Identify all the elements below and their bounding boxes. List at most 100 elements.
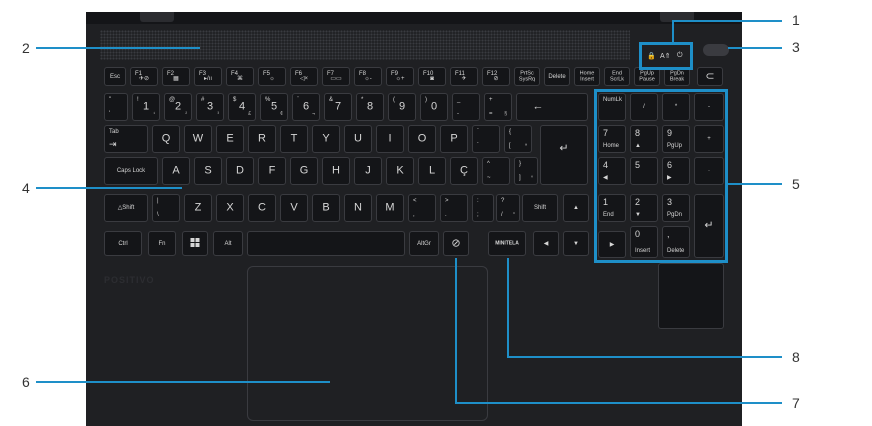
key-f11[interactable]: F11 ✈: [450, 67, 478, 86]
key-f7[interactable]: F7 ▭▭: [322, 67, 350, 86]
key-z[interactable]: Z: [184, 194, 212, 222]
key-6[interactable]: ¨ 6 ¬: [292, 93, 320, 121]
key-quote[interactable]: " ': [104, 93, 128, 121]
key-windows[interactable]: [182, 231, 208, 256]
key-u[interactable]: U: [344, 125, 372, 153]
key-ctrl[interactable]: Ctrl: [104, 231, 142, 256]
key-arrow-left[interactable]: ◀: [533, 231, 559, 256]
key-arrow-up[interactable]: ▲: [563, 194, 589, 222]
key-b[interactable]: B: [312, 194, 340, 222]
key-shift-right[interactable]: Shift: [522, 194, 558, 222]
key-minus[interactable]: _ -: [452, 93, 480, 121]
key-ai[interactable]: ⊘: [443, 231, 469, 256]
key-1[interactable]: ! 1 ¹: [132, 93, 160, 121]
key-arrow-down[interactable]: ▼: [563, 231, 589, 256]
key-altgr[interactable]: AltGr: [409, 231, 439, 256]
key-fn[interactable]: Fn: [148, 231, 176, 256]
key-right-bracket[interactable]: }] º: [514, 157, 538, 185]
key-m[interactable]: M: [376, 194, 404, 222]
play-pause-icon: ▸/ıı: [203, 76, 213, 82]
key-esc[interactable]: Esc: [104, 67, 126, 86]
key-4[interactable]: $4 £: [228, 93, 256, 121]
key-equal[interactable]: + = §: [484, 93, 512, 121]
key-f10[interactable]: F10 ◙: [418, 67, 446, 86]
key-slash[interactable]: ? / °: [496, 194, 520, 222]
key-3[interactable]: #3 ³: [196, 93, 224, 121]
key-backslash[interactable]: | \: [152, 194, 180, 222]
callout-number-3: 3: [792, 39, 800, 55]
key-minitela[interactable]: MINITELA: [488, 231, 526, 256]
key-comma[interactable]: <,: [408, 194, 436, 222]
key-f3[interactable]: F3 ▸/ıı: [194, 67, 222, 86]
key-k[interactable]: K: [386, 157, 414, 185]
key-i[interactable]: I: [376, 125, 404, 153]
key-c[interactable]: C: [248, 194, 276, 222]
key-n[interactable]: N: [344, 194, 372, 222]
key-5[interactable]: % 5 ¢: [260, 93, 288, 121]
key-backspace[interactable]: ←: [516, 93, 588, 121]
key-l[interactable]: L: [418, 157, 446, 185]
key-left-bracket[interactable]: {[ª: [504, 125, 532, 153]
callout-number-5: 5: [792, 176, 800, 192]
key-period[interactable]: >.: [440, 194, 468, 222]
key-7[interactable]: & 7: [324, 93, 352, 121]
key-home[interactable]: Home Insert: [574, 67, 600, 86]
key-delete[interactable]: Delete: [544, 67, 570, 86]
key-f1[interactable]: F1 ✈⊘: [130, 67, 158, 86]
key-y[interactable]: Y: [312, 125, 340, 153]
callout-number-2: 2: [22, 40, 30, 56]
key-j[interactable]: J: [354, 157, 382, 185]
power-button[interactable]: [703, 44, 729, 56]
key-w[interactable]: W: [184, 125, 212, 153]
key-s[interactable]: S: [194, 157, 222, 185]
key-p[interactable]: P: [440, 125, 468, 153]
key-acute[interactable]: ` ´: [472, 125, 500, 153]
key-f12[interactable]: F12 ⊘: [482, 67, 510, 86]
callout-line-5: [728, 183, 782, 185]
key-g[interactable]: G: [290, 157, 318, 185]
key-end[interactable]: End ScrLk: [604, 67, 630, 86]
key-8[interactable]: * 8: [356, 93, 384, 121]
callout-number-6: 6: [22, 374, 30, 390]
callout-number-7: 7: [792, 395, 800, 411]
key-f2[interactable]: F2 ▦: [162, 67, 190, 86]
key-t[interactable]: T: [280, 125, 308, 153]
callout-line-6: [36, 381, 330, 383]
callout-line-4: [36, 187, 182, 189]
speaker-grille: [100, 30, 630, 60]
key-f4[interactable]: F4 ⌘: [226, 67, 254, 86]
key-d[interactable]: D: [226, 157, 254, 185]
key-caps-lock[interactable]: Caps Lock: [104, 157, 158, 185]
key-o[interactable]: O: [408, 125, 436, 153]
key-v[interactable]: V: [280, 194, 308, 222]
key-9[interactable]: (9: [388, 93, 416, 121]
key-copilot[interactable]: ⊂: [697, 67, 723, 86]
arrow-down-icon: ▼: [573, 240, 579, 247]
key-prtsc[interactable]: PrtSc SysRq: [514, 67, 540, 86]
key-q[interactable]: Q: [152, 125, 180, 153]
touchpad[interactable]: [247, 266, 488, 421]
key-f5[interactable]: F5 ☼: [258, 67, 286, 86]
key-enter[interactable]: ↵: [540, 125, 588, 185]
key-0[interactable]: ) 0: [420, 93, 448, 121]
key-alt[interactable]: Alt: [213, 231, 243, 256]
brightness-down-icon: ☼-: [364, 76, 372, 82]
key-a[interactable]: A: [162, 157, 190, 185]
key-r[interactable]: R: [248, 125, 276, 153]
key-2[interactable]: @2 ²: [164, 93, 192, 121]
key-space[interactable]: [247, 231, 405, 256]
touchpad-off-icon: ✈⊘: [138, 76, 150, 82]
key-shift-left[interactable]: △Shift: [104, 194, 148, 222]
key-tab[interactable]: Tab ⇥: [104, 125, 148, 153]
callout-line-7-h: [455, 402, 782, 404]
key-f[interactable]: F: [258, 157, 286, 185]
key-x[interactable]: X: [216, 194, 244, 222]
key-f8[interactable]: F8 ☼-: [354, 67, 382, 86]
key-f9[interactable]: F9 ☼+: [386, 67, 414, 86]
key-tilde[interactable]: ^ ~: [482, 157, 510, 185]
key-c-cedilla[interactable]: Ç: [450, 157, 478, 185]
key-e[interactable]: E: [216, 125, 244, 153]
key-h[interactable]: H: [322, 157, 350, 185]
key-semicolon[interactable]: :;: [472, 194, 494, 222]
key-f6[interactable]: F6 ◁×: [290, 67, 318, 86]
